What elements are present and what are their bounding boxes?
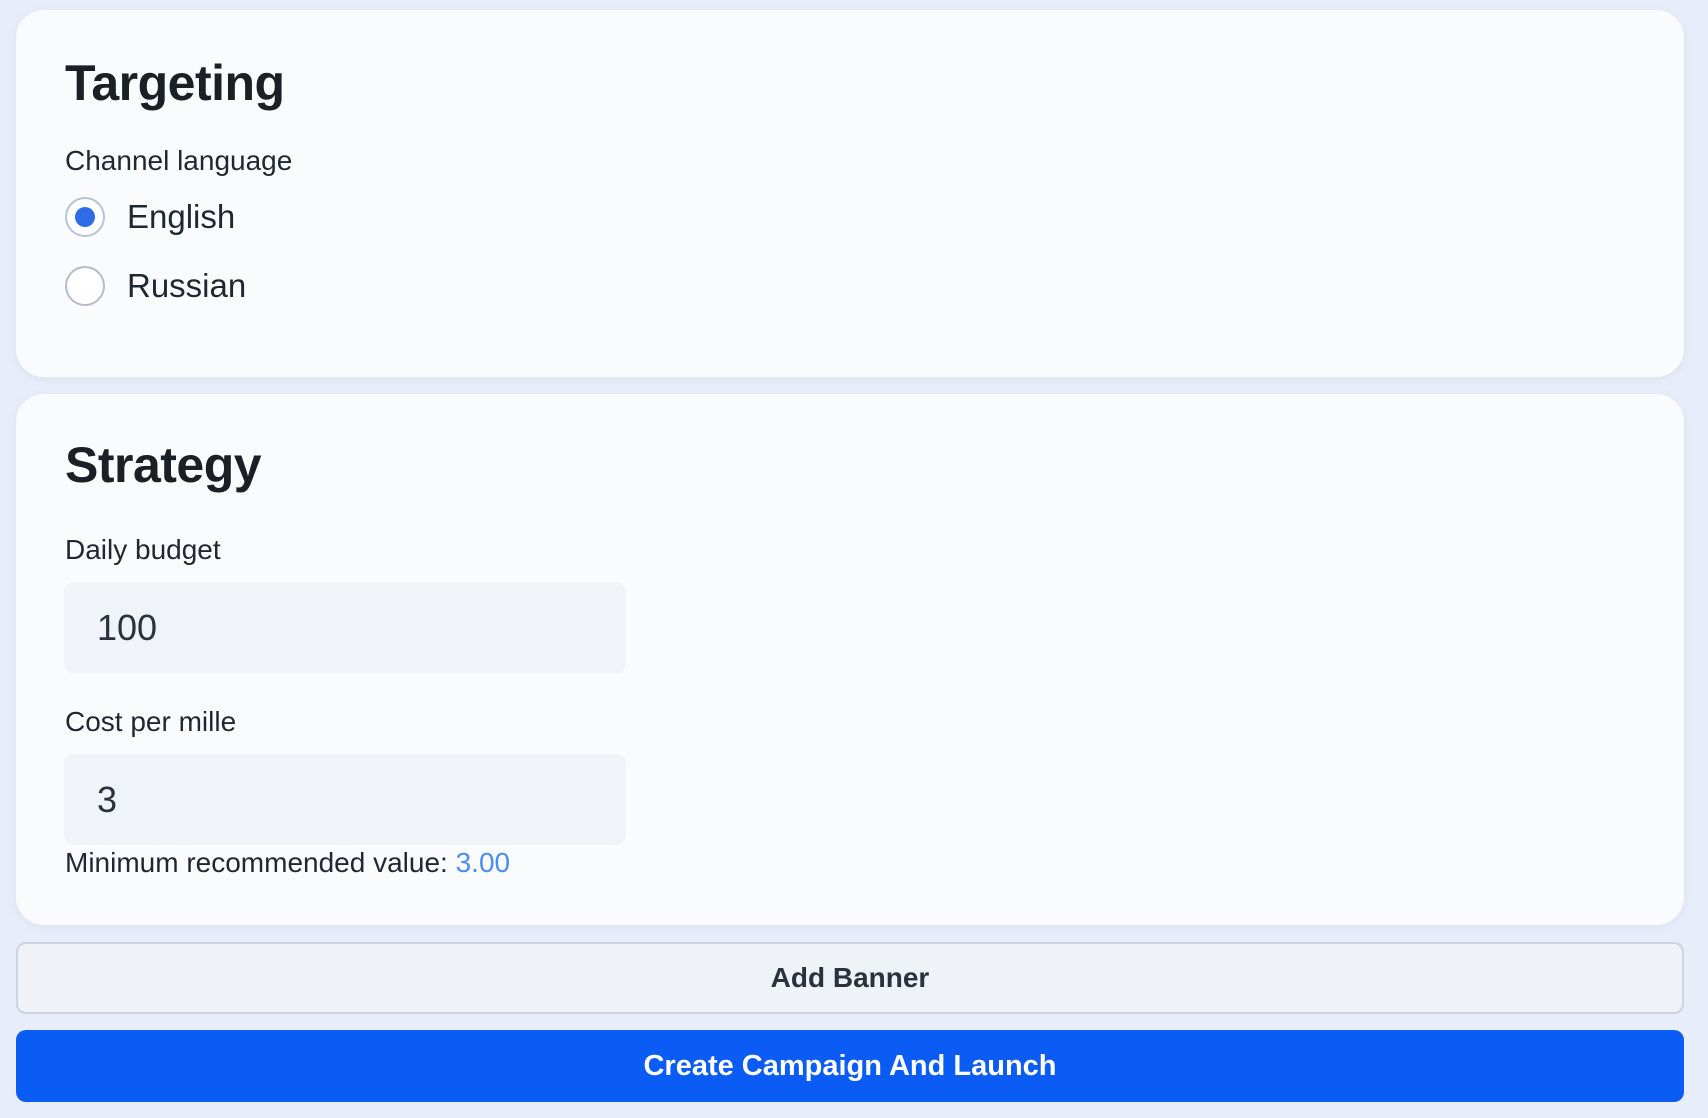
strategy-card: Strategy Daily budget Cost per mille Min…: [16, 394, 1684, 925]
min-recommended-hint: Minimum recommended value: 3.00: [65, 847, 510, 879]
create-campaign-launch-button[interactable]: Create Campaign And Launch: [16, 1030, 1684, 1102]
daily-budget-label: Daily budget: [65, 534, 221, 565]
strategy-title: Strategy: [65, 437, 262, 493]
cost-per-mille-label: Cost per mille: [65, 706, 237, 737]
add-banner-button[interactable]: Add Banner: [16, 942, 1684, 1014]
radio-russian-label: Russian: [127, 267, 247, 304]
radio-english-label: English: [127, 198, 236, 235]
radio-option-russian[interactable]: Russian: [65, 266, 246, 306]
cost-per-mille-input[interactable]: [64, 754, 626, 845]
targeting-card: Targeting Channel language English Russi…: [16, 10, 1684, 377]
radio-option-english[interactable]: English: [65, 197, 235, 237]
daily-budget-input[interactable]: [64, 582, 626, 673]
hint-prefix: Minimum recommended value:: [65, 847, 448, 878]
hint-value: 3.00: [455, 847, 511, 878]
radio-russian-icon[interactable]: [65, 266, 105, 306]
radio-english-icon[interactable]: [65, 197, 105, 237]
channel-language-label: Channel language: [65, 145, 293, 176]
targeting-title: Targeting: [65, 55, 285, 111]
